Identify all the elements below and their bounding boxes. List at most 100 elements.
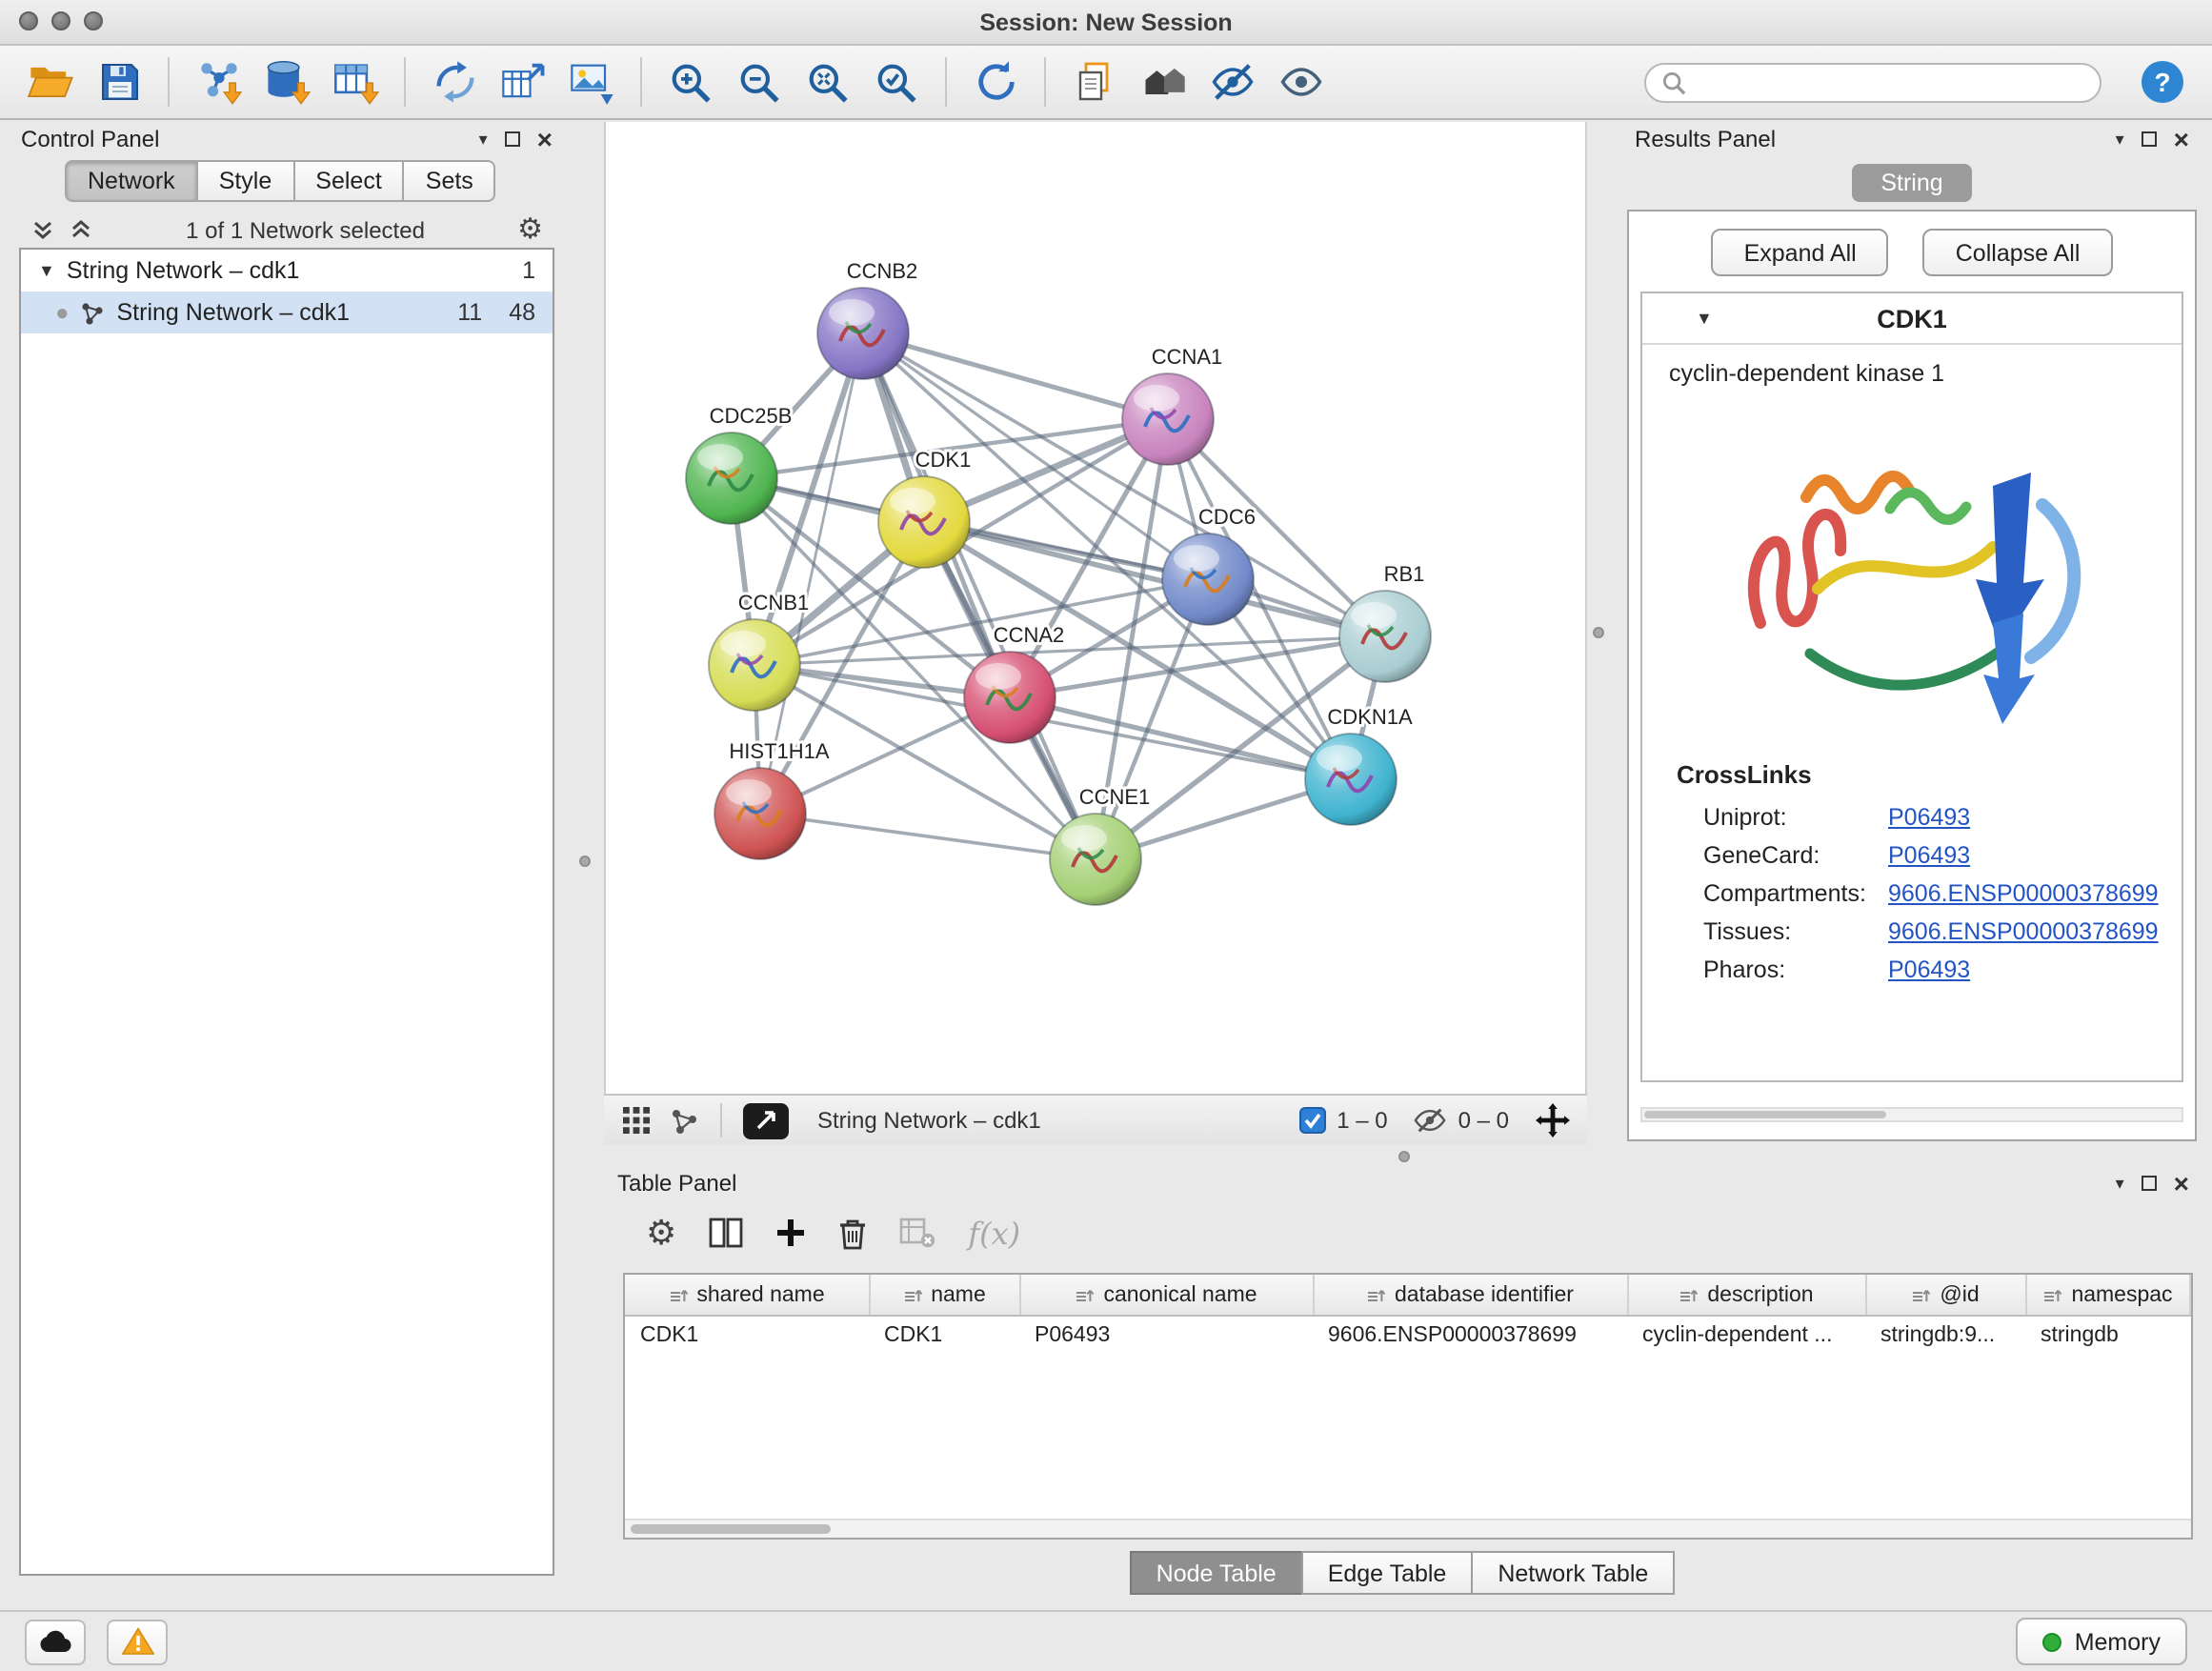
crosslink-link[interactable]: P06493 (1888, 956, 1970, 983)
network-view-icon[interactable] (669, 1105, 699, 1136)
column-header[interactable]: @id (1865, 1275, 2025, 1316)
edge-CCNB2-CCNE1[interactable] (863, 333, 1096, 859)
delete-column-trash-icon[interactable] (838, 1217, 867, 1249)
column-header[interactable]: canonical name (1019, 1275, 1313, 1316)
export-image-icon[interactable] (560, 52, 623, 111)
memory-button[interactable]: Memory (2016, 1618, 2187, 1665)
hide-selected-icon[interactable] (1200, 52, 1263, 111)
expand-all-button[interactable]: Expand All (1712, 229, 1889, 276)
network-collection-row[interactable]: ▼ String Network – cdk1 1 (21, 250, 553, 292)
table-horizontal-scrollbar[interactable] (625, 1519, 2191, 1538)
collapse-all-networks-icon[interactable] (69, 217, 93, 242)
tab-network[interactable]: Network (65, 160, 196, 202)
panel-float-icon[interactable] (505, 131, 520, 147)
panel-close-icon[interactable]: × (2174, 1170, 2189, 1197)
show-all-icon[interactable] (1269, 52, 1332, 111)
minimize-window-icon[interactable] (51, 11, 70, 30)
birdseye-toggle-button[interactable] (743, 1102, 789, 1138)
table-options-gear-icon[interactable]: ⚙ (646, 1216, 676, 1250)
pan-crosshair-icon[interactable] (1536, 1103, 1570, 1137)
table-cell[interactable]: CDK1 (625, 1316, 869, 1353)
panel-collapse-icon[interactable]: ▾ (2116, 131, 2124, 148)
column-header[interactable]: database identifier (1313, 1275, 1627, 1316)
crosslink-link[interactable]: 9606.ENSP00000378699 (1888, 880, 2159, 907)
network-tools-icon[interactable] (423, 52, 486, 111)
column-sort-icon[interactable] (1911, 1285, 1930, 1304)
show-columns-icon[interactable] (709, 1218, 743, 1248)
protein-section-header[interactable]: ▼ CDK1 (1642, 293, 2182, 345)
expand-all-networks-icon[interactable] (30, 217, 55, 242)
table-row[interactable]: CDK1CDK1P064939606.ENSP00000378699cyclin… (625, 1316, 2190, 1353)
tab-sets[interactable]: Sets (403, 160, 496, 202)
column-header[interactable]: namespac (2025, 1275, 2190, 1316)
refresh-layout-icon[interactable] (964, 52, 1027, 111)
table-cell[interactable]: P06493 (1019, 1316, 1313, 1353)
warnings-button[interactable] (107, 1619, 168, 1664)
help-icon[interactable]: ? (2130, 52, 2193, 111)
grid-view-icon[interactable] (621, 1105, 652, 1136)
zoom-out-icon[interactable] (728, 52, 791, 111)
save-session-icon[interactable] (88, 52, 151, 111)
table-scrollbar-thumb[interactable] (631, 1524, 831, 1534)
table-cell[interactable]: cyclin-dependent ... (1627, 1316, 1865, 1353)
network-row[interactable]: ● String Network – cdk1 11 48 (21, 292, 553, 333)
results-scrollbar[interactable] (1640, 1107, 2183, 1122)
column-sort-icon[interactable] (1075, 1285, 1094, 1304)
tab-node-table[interactable]: Node Table (1130, 1551, 1303, 1595)
string-network-graph[interactable]: CCNB2CCNA1CDC25BCDK1CDC6RB1CCNB1CCNA2CDK… (606, 122, 1585, 1094)
left-splitter-handle[interactable] (579, 856, 591, 867)
panel-close-icon[interactable]: × (537, 126, 553, 152)
panel-float-icon[interactable] (2142, 1176, 2157, 1191)
selected-checkbox-icon[interactable] (1298, 1107, 1325, 1134)
panel-close-icon[interactable]: × (2174, 126, 2189, 152)
open-file-icon[interactable] (19, 52, 82, 111)
table-cell[interactable]: stringdb:9... (1865, 1316, 2025, 1353)
hidden-eye-icon[interactable] (1415, 1107, 1447, 1134)
cloud-status-button[interactable] (25, 1619, 86, 1664)
network-options-gear-icon[interactable]: ⚙ (517, 215, 543, 244)
collection-disclosure-icon[interactable]: ▼ (38, 261, 55, 280)
table-cell[interactable]: stringdb (2025, 1316, 2190, 1353)
section-disclosure-icon[interactable]: ▼ (1696, 309, 1713, 328)
column-header[interactable]: shared name (625, 1275, 869, 1316)
column-header[interactable]: description (1627, 1275, 1865, 1316)
crosslink-link[interactable]: P06493 (1888, 842, 1970, 869)
import-network-database-icon[interactable] (255, 52, 318, 111)
panel-float-icon[interactable] (2142, 131, 2157, 147)
zoom-in-icon[interactable] (659, 52, 722, 111)
column-sort-icon[interactable] (1679, 1285, 1698, 1304)
copy-icon[interactable] (1063, 52, 1126, 111)
function-builder-icon[interactable]: f(x) (968, 1215, 1020, 1251)
network-view-canvas[interactable]: CCNB2CCNA1CDC25BCDK1CDC6RB1CCNB1CCNA2CDK… (604, 122, 1587, 1094)
tab-edge-table[interactable]: Edge Table (1301, 1551, 1474, 1595)
column-sort-icon[interactable] (1366, 1285, 1385, 1304)
column-sort-icon[interactable] (668, 1285, 687, 1304)
panel-collapse-icon[interactable]: ▾ (479, 131, 488, 148)
collapse-all-button[interactable]: Collapse All (1923, 229, 2113, 276)
panel-collapse-icon[interactable]: ▾ (2116, 1175, 2124, 1192)
results-scrollbar-thumb[interactable] (1644, 1111, 1887, 1118)
bottom-splitter-handle[interactable] (1398, 1151, 1410, 1162)
crosslink-link[interactable]: 9606.ENSP00000378699 (1888, 918, 2159, 945)
zoom-fit-icon[interactable] (796, 52, 859, 111)
right-splitter-handle[interactable] (1593, 627, 1604, 638)
import-network-file-icon[interactable] (187, 52, 250, 111)
delete-table-icon[interactable] (899, 1218, 935, 1248)
column-header[interactable]: name (869, 1275, 1019, 1316)
search-input[interactable] (1696, 67, 2084, 97)
column-sort-icon[interactable] (2042, 1285, 2061, 1304)
tab-network-table[interactable]: Network Table (1471, 1551, 1675, 1595)
birdseye-home-icon[interactable] (1132, 52, 1195, 111)
table-cell[interactable]: CDK1 (869, 1316, 1019, 1353)
close-window-icon[interactable] (19, 11, 38, 30)
crosslink-link[interactable]: P06493 (1888, 804, 1970, 831)
column-sort-icon[interactable] (902, 1285, 921, 1304)
zoom-selected-icon[interactable] (865, 52, 928, 111)
table-cell[interactable]: 9606.ENSP00000378699 (1313, 1316, 1627, 1353)
tab-string[interactable]: String (1852, 164, 1971, 202)
tab-select[interactable]: Select (292, 160, 403, 202)
new-table-icon[interactable] (492, 52, 554, 111)
edge-HIST1H1A-CCNE1[interactable] (760, 814, 1096, 859)
search-field[interactable] (1644, 62, 2101, 102)
tab-style[interactable]: Style (196, 160, 293, 202)
